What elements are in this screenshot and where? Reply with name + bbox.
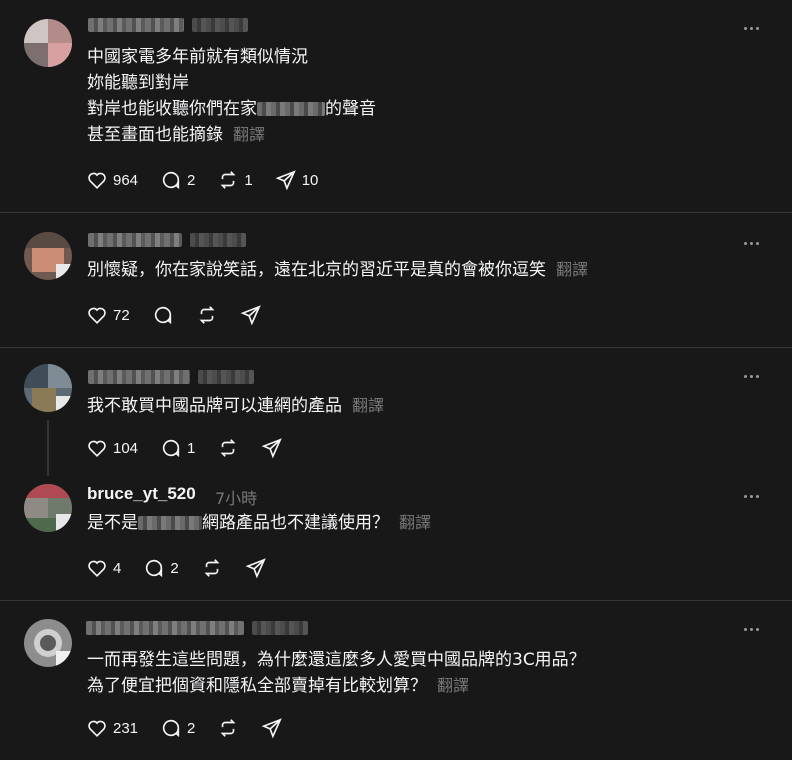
reply-button[interactable] bbox=[152, 304, 174, 326]
username-redacted[interactable] bbox=[88, 370, 190, 384]
action-bar: 4 2 bbox=[86, 556, 289, 580]
reply-count: 2 bbox=[187, 719, 196, 737]
like-button[interactable]: 964 bbox=[86, 169, 138, 191]
repost-icon bbox=[220, 171, 236, 189]
timestamp-redacted bbox=[198, 370, 254, 384]
translate-link[interactable]: 翻譯 bbox=[233, 125, 265, 144]
share-icon bbox=[261, 718, 283, 739]
like-count: 104 bbox=[113, 439, 139, 457]
share-button[interactable]: 10 bbox=[275, 169, 319, 191]
share-button[interactable] bbox=[245, 557, 267, 579]
comment-icon bbox=[154, 306, 171, 325]
reply-count: 2 bbox=[170, 559, 179, 577]
repost-button[interactable] bbox=[201, 557, 223, 579]
redacted-text bbox=[257, 102, 325, 116]
thread-connector-line bbox=[47, 420, 49, 476]
like-button[interactable]: 4 bbox=[86, 557, 121, 579]
more-options-icon[interactable] bbox=[741, 366, 761, 386]
share-icon bbox=[275, 170, 296, 191]
post-text: 是不是 網路產品也不建議使用？ 翻譯 bbox=[87, 513, 432, 533]
action-bar: 72 bbox=[86, 303, 284, 327]
share-button[interactable] bbox=[240, 304, 262, 326]
reply-button[interactable]: 1 bbox=[160, 437, 195, 459]
post-4: bruce_yt_520 7小時 是不是 網路產品也不建議使用？ 翻譯 4 2 bbox=[0, 478, 792, 599]
repost-icon bbox=[220, 719, 236, 737]
post-text: 我不敢買中國品牌可以連網的產品 翻譯 bbox=[87, 396, 385, 416]
like-button[interactable]: 231 bbox=[86, 717, 138, 739]
share-count: 10 bbox=[301, 171, 319, 189]
share-icon bbox=[240, 305, 261, 326]
repost-button[interactable] bbox=[217, 437, 239, 459]
comment-icon bbox=[146, 559, 163, 578]
timestamp-redacted bbox=[252, 621, 308, 635]
action-bar: 104 1 bbox=[86, 436, 305, 460]
username-redacted[interactable] bbox=[88, 18, 184, 32]
reply-button[interactable]: 2 bbox=[143, 557, 179, 579]
avatar[interactable] bbox=[24, 364, 72, 412]
avatar[interactable] bbox=[24, 619, 72, 667]
repost-icon bbox=[204, 559, 220, 577]
like-count: 231 bbox=[113, 719, 139, 737]
more-options-icon[interactable] bbox=[741, 486, 761, 506]
more-options-icon[interactable] bbox=[741, 619, 761, 639]
heart-icon bbox=[88, 440, 106, 457]
avatar[interactable] bbox=[24, 19, 72, 67]
share-icon bbox=[245, 558, 266, 579]
post-text: 一而再發生這些問題，為什麼還這麼多人愛買中國品牌的3C用品？ 為了便宜把個資和隱… bbox=[87, 650, 586, 696]
share-button[interactable] bbox=[261, 717, 283, 739]
repost-button[interactable] bbox=[217, 717, 239, 739]
heart-icon bbox=[88, 720, 106, 737]
post-3: 我不敢買中國品牌可以連網的產品 翻譯 104 1 bbox=[0, 348, 792, 478]
like-button[interactable]: 104 bbox=[86, 437, 138, 459]
avatar[interactable] bbox=[24, 484, 72, 532]
username-redacted[interactable] bbox=[88, 233, 182, 247]
avatar[interactable] bbox=[24, 232, 72, 280]
like-count: 72 bbox=[113, 306, 130, 324]
post-5: 一而再發生這些問題，為什麼還這麼多人愛買中國品牌的3C用品？ 為了便宜把個資和隱… bbox=[0, 601, 792, 760]
post-2: 別懷疑，你在家說笑話，遠在北京的習近平是真的會被你逗笑 翻譯 72 bbox=[0, 213, 792, 347]
timestamp-redacted bbox=[192, 18, 248, 32]
comment-icon bbox=[162, 719, 180, 738]
like-button[interactable]: 72 bbox=[86, 304, 130, 326]
timestamp: 7小時 bbox=[215, 489, 258, 508]
redacted-text bbox=[138, 516, 202, 530]
share-icon bbox=[261, 438, 283, 459]
translate-link[interactable]: 翻譯 bbox=[437, 676, 469, 695]
share-button[interactable] bbox=[261, 437, 283, 459]
post-1: 中國家電多年前就有類似情況 妳能聽到對岸 對岸也能收聽你們在家 的聲音 甚至畫面也… bbox=[0, 0, 792, 212]
timestamp-redacted bbox=[190, 233, 246, 247]
comment-icon bbox=[162, 439, 180, 458]
repost-button[interactable]: 1 bbox=[217, 169, 253, 191]
reply-count: 1 bbox=[187, 439, 196, 457]
reply-button[interactable]: 2 bbox=[160, 169, 195, 191]
reply-count: 2 bbox=[187, 171, 196, 189]
username-redacted[interactable] bbox=[86, 621, 244, 635]
repost-count: 1 bbox=[244, 171, 253, 189]
more-options-icon[interactable] bbox=[741, 233, 761, 253]
repost-icon bbox=[220, 439, 236, 457]
translate-link[interactable]: 翻譯 bbox=[352, 396, 384, 415]
post-text: 別懷疑，你在家說笑話，遠在北京的習近平是真的會被你逗笑 翻譯 bbox=[87, 260, 589, 280]
heart-icon bbox=[88, 560, 106, 577]
repost-button[interactable] bbox=[196, 304, 218, 326]
like-count: 4 bbox=[113, 559, 122, 577]
reply-button[interactable]: 2 bbox=[160, 717, 195, 739]
translate-link[interactable]: 翻譯 bbox=[556, 260, 588, 279]
action-bar: 964 2 1 10 bbox=[86, 168, 340, 192]
repost-icon bbox=[199, 306, 215, 324]
heart-icon bbox=[88, 172, 106, 189]
heart-icon bbox=[88, 307, 106, 324]
comment-icon bbox=[162, 171, 180, 190]
post-text: 中國家電多年前就有類似情況 妳能聽到對岸 對岸也能收聽你們在家 的聲音 甚至畫面也… bbox=[87, 47, 376, 145]
action-bar: 231 2 bbox=[86, 716, 305, 740]
username[interactable]: bruce_yt_520 bbox=[87, 484, 196, 504]
like-count: 964 bbox=[113, 171, 139, 189]
more-options-icon[interactable] bbox=[741, 18, 761, 38]
translate-link[interactable]: 翻譯 bbox=[399, 513, 431, 532]
